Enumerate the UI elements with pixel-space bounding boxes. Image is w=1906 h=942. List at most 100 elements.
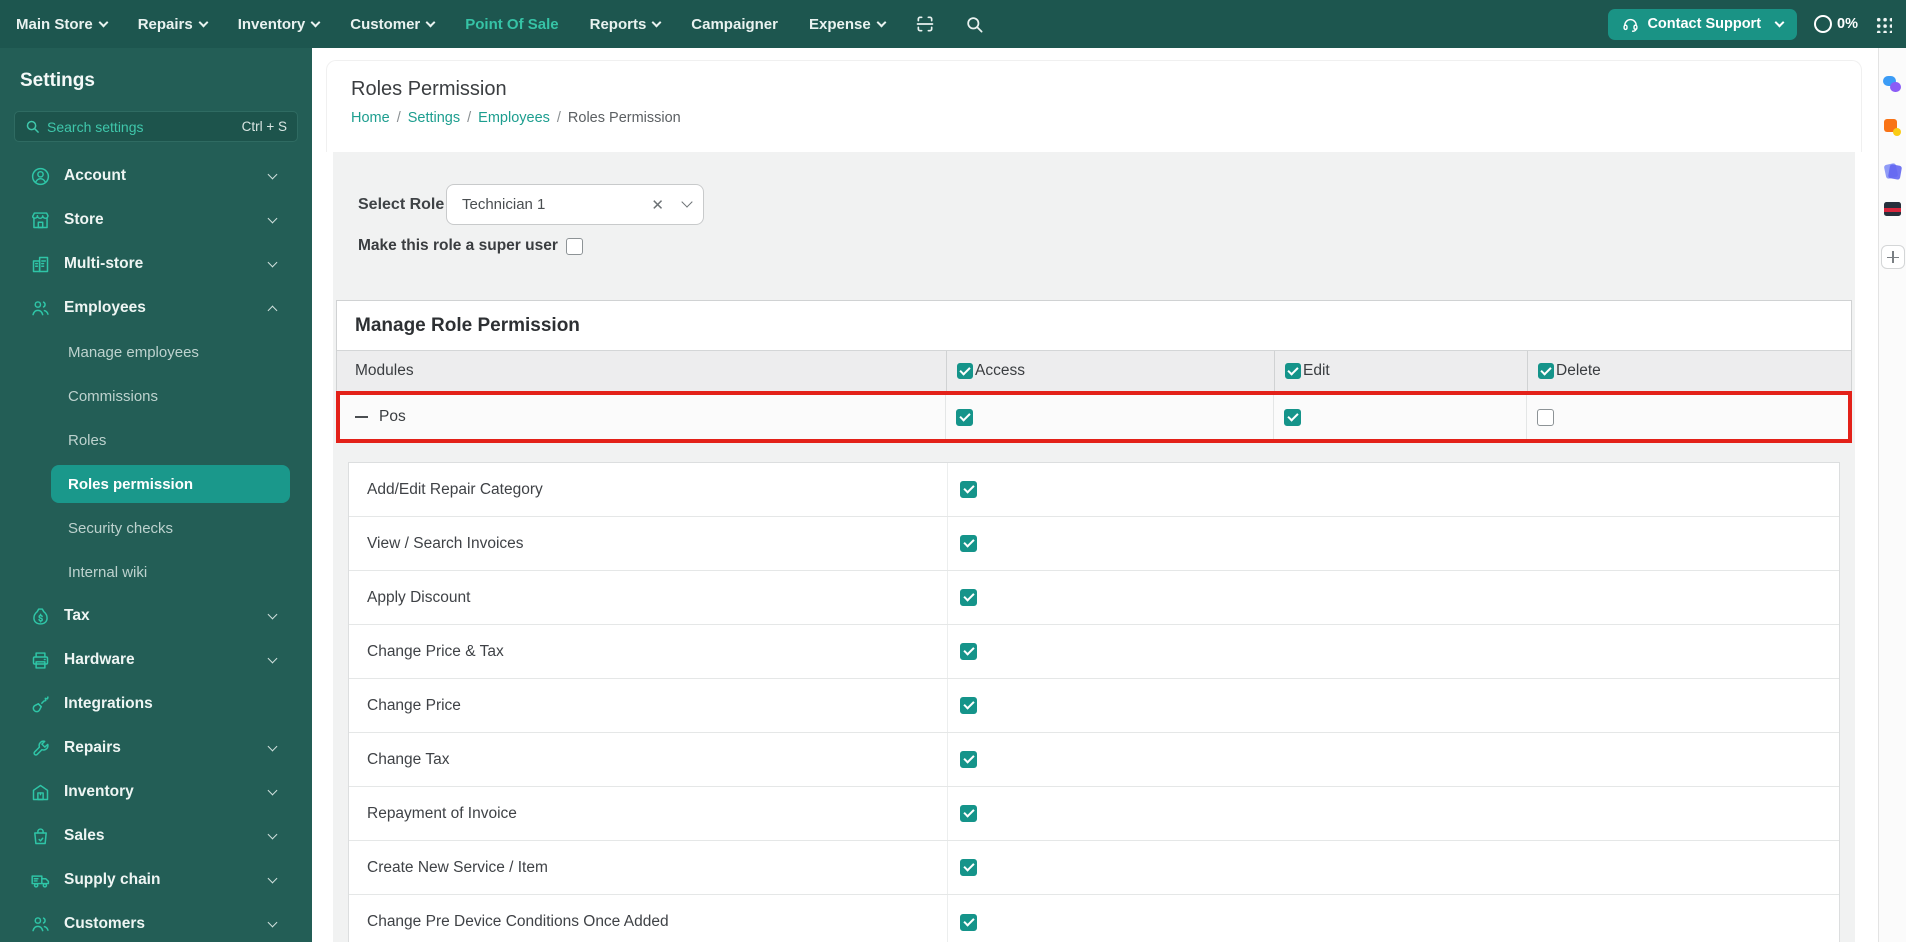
- search-icon[interactable]: [965, 15, 984, 34]
- access-column-checkbox[interactable]: [957, 363, 973, 379]
- sidebar-item-hardware[interactable]: Hardware: [0, 638, 312, 682]
- permission-checkbox[interactable]: [960, 805, 977, 822]
- modules-header-label: Modules: [355, 362, 414, 379]
- permission-checkbox[interactable]: [960, 697, 977, 714]
- nav-customer[interactable]: Customer: [350, 16, 436, 33]
- settings-sidebar: Settings Ctrl + S Account Store Multi-st…: [0, 48, 312, 942]
- chevron-down-icon: [651, 17, 662, 27]
- permission-checkbox[interactable]: [960, 589, 977, 606]
- nav-label: Point Of Sale: [465, 15, 559, 33]
- search-input[interactable]: [47, 118, 235, 135]
- sidebar-subitem-label: Internal wiki: [68, 563, 148, 581]
- sidebar-item-customers[interactable]: Customers: [0, 902, 312, 942]
- nav-inventory[interactable]: Inventory: [238, 16, 321, 33]
- permission-checkbox[interactable]: [960, 481, 977, 498]
- usage-percent: 0%: [1837, 16, 1858, 32]
- delete-column-checkbox[interactable]: [1538, 363, 1554, 379]
- nav-expense[interactable]: Expense: [809, 15, 887, 33]
- sidebar-item-repairs[interactable]: Repairs: [0, 726, 312, 770]
- sidebar-item-label: Store: [64, 211, 104, 228]
- sidebar-item-roles-permission[interactable]: Roles permission: [51, 465, 290, 503]
- sidebar-item-manage-employees[interactable]: Manage employees: [0, 330, 312, 374]
- pos-delete-checkbox[interactable]: [1537, 408, 1554, 426]
- permission-checkbox[interactable]: [960, 859, 977, 876]
- sidebar-item-multi-store[interactable]: Multi-store: [0, 242, 312, 286]
- permission-checkbox[interactable]: [960, 643, 977, 660]
- orange-app-icon[interactable]: [1883, 118, 1903, 138]
- edit-header-label: Edit: [1303, 362, 1330, 379]
- permission-label: Repayment of Invoice: [367, 804, 517, 822]
- sidebar-item-label: Sales: [64, 827, 105, 844]
- sidebar-item-label: Account: [64, 167, 126, 184]
- breadcrumb: Home / Settings / Employees / Roles Perm…: [351, 110, 1861, 126]
- top-navigation-bar: Main Store Repairs Inventory Customer Po…: [0, 0, 1906, 48]
- sidebar-item-account[interactable]: Account: [0, 154, 312, 198]
- chevron-down-icon: [267, 917, 278, 927]
- chevron-down-icon: [198, 17, 209, 27]
- page-title: Roles Permission: [351, 78, 507, 100]
- nav-campaigner[interactable]: Campaigner: [691, 16, 778, 33]
- permission-row: Change Price: [349, 679, 1839, 733]
- breadcrumb-employees[interactable]: Employees: [478, 110, 550, 126]
- sidebar-item-store[interactable]: Store: [0, 198, 312, 242]
- apps-grid-icon[interactable]: [1875, 15, 1892, 33]
- nav-main-store[interactable]: Main Store: [16, 15, 109, 33]
- permission-checkbox[interactable]: [960, 913, 977, 931]
- permission-row: View / Search Invoices: [349, 517, 1839, 571]
- hardware-icon: [30, 650, 51, 671]
- collapse-icon[interactable]: [355, 415, 368, 419]
- module-row-pos-highlighted[interactable]: Pos: [336, 391, 1852, 443]
- sidebar-item-sales[interactable]: Sales: [0, 814, 312, 858]
- sidebar-item-label: Customers: [64, 915, 145, 932]
- settings-search[interactable]: Ctrl + S: [14, 111, 298, 142]
- sidebar-item-tax[interactable]: Tax: [0, 594, 312, 638]
- scan-icon[interactable]: [915, 14, 935, 34]
- permission-checkbox[interactable]: [960, 535, 977, 552]
- sidebar-item-roles[interactable]: Roles: [0, 418, 312, 462]
- breadcrumb-home[interactable]: Home: [351, 110, 390, 126]
- permission-checkbox[interactable]: [960, 751, 977, 768]
- role-select[interactable]: Technician 1 ✕: [446, 184, 704, 225]
- nav-repairs[interactable]: Repairs: [138, 16, 209, 33]
- sidebar-item-internal-wiki[interactable]: Internal wiki: [0, 550, 312, 594]
- nav-label: Main Store: [16, 15, 93, 33]
- chevron-down-icon: [876, 17, 887, 27]
- nav-point-of-sale[interactable]: Point Of Sale: [465, 16, 558, 33]
- permission-row: Apply Discount: [349, 571, 1839, 625]
- pos-edit-checkbox[interactable]: [1284, 408, 1301, 426]
- cards-icon[interactable]: [1883, 162, 1903, 182]
- pos-access-checkbox[interactable]: [956, 408, 973, 426]
- chevron-down-icon: [267, 609, 278, 619]
- sidebar-title: Settings: [20, 70, 95, 91]
- main-content: Roles Permission Home / Settings / Emplo…: [312, 48, 1878, 942]
- nav-reports[interactable]: Reports: [590, 16, 662, 33]
- chevron-down-icon: [267, 785, 278, 795]
- sidebar-item-employees[interactable]: Employees: [0, 286, 312, 330]
- sidebar-item-inventory[interactable]: Inventory: [0, 770, 312, 814]
- sidebar-subitem-label: Roles: [68, 431, 107, 449]
- clear-icon[interactable]: ✕: [651, 196, 664, 214]
- book-icon[interactable]: [1883, 199, 1903, 219]
- permission-row: Add/Edit Repair Category: [349, 463, 1839, 517]
- chevron-down-icon: [267, 213, 278, 223]
- sidebar-item-label: Inventory: [64, 783, 134, 800]
- edit-column-checkbox[interactable]: [1285, 363, 1301, 379]
- page-header: Roles Permission Home / Settings / Emplo…: [326, 60, 1862, 152]
- usage-indicator[interactable]: 0%: [1814, 15, 1858, 33]
- browser-extension-strip: [1878, 48, 1906, 942]
- column-header-delete: Delete: [1527, 351, 1851, 391]
- search-shortcut: Ctrl + S: [241, 119, 287, 134]
- sidebar-item-label: Supply chain: [64, 871, 161, 888]
- contact-support-button[interactable]: Contact Support: [1608, 8, 1798, 40]
- sidebar-item-commissions[interactable]: Commissions: [0, 374, 312, 418]
- chat-icon[interactable]: [1883, 75, 1903, 95]
- nav-label: Expense: [809, 15, 871, 33]
- sidebar-subitem-label: Commissions: [68, 387, 159, 405]
- super-user-checkbox[interactable]: [565, 237, 583, 255]
- sidebar-item-security-checks[interactable]: Security checks: [0, 506, 312, 550]
- add-icon[interactable]: [1881, 245, 1905, 269]
- sidebar-item-supply-chain[interactable]: Supply chain: [0, 858, 312, 902]
- permission-row: Create New Service / Item: [349, 841, 1839, 895]
- sidebar-item-integrations[interactable]: Integrations: [0, 682, 312, 726]
- breadcrumb-settings[interactable]: Settings: [408, 110, 460, 126]
